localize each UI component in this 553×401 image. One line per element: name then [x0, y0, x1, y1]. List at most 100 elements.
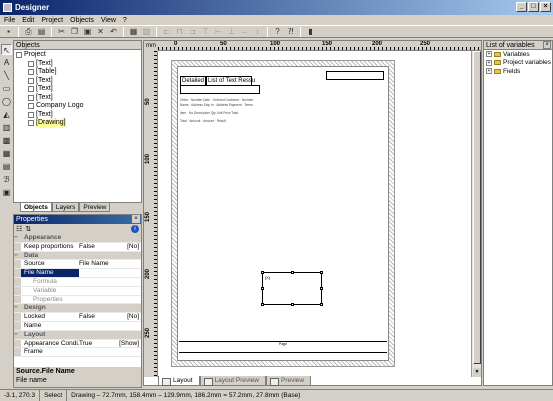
property-row[interactable]: Keep proportions False [No]: [14, 242, 141, 252]
tab-layout[interactable]: Layout: [158, 376, 200, 386]
text-tool-icon[interactable]: A: [1, 57, 12, 68]
printable-area[interactable]: Detailed List of Text Ressu Order · Numb…: [177, 66, 389, 361]
context-help-icon[interactable]: ⁈: [285, 26, 296, 37]
help-icon[interactable]: ?: [272, 26, 283, 37]
align-middle-icon[interactable]: ⊢: [213, 26, 224, 37]
tree-item[interactable]: [Text]: [16, 60, 139, 69]
resize-handle[interactable]: [320, 303, 323, 306]
menu-objects[interactable]: Objects: [70, 17, 94, 24]
property-row[interactable]: Source File Name: [14, 260, 141, 270]
property-row[interactable]: Formula: [14, 277, 141, 287]
property-row[interactable]: Locked False [No]: [14, 313, 141, 322]
tab-preview[interactable]: Preview: [265, 376, 312, 386]
scroll-down-arrow[interactable]: ▼: [473, 368, 481, 377]
info-icon[interactable]: i: [131, 225, 139, 233]
tab-layout-preview[interactable]: Layout Preview: [199, 376, 266, 386]
delete-icon[interactable]: ✕: [95, 26, 106, 37]
property-value[interactable]: [79, 322, 119, 330]
property-value[interactable]: True: [79, 340, 119, 348]
tab-objects[interactable]: Objects: [20, 203, 52, 212]
tree-item[interactable]: [Table]: [16, 68, 139, 77]
menu-view[interactable]: View: [101, 17, 116, 24]
property-row[interactable]: Variable: [14, 286, 141, 296]
same-height-icon[interactable]: ↕: [252, 26, 263, 37]
property-value[interactable]: False: [79, 243, 119, 251]
drawing-object[interactable]: [X]: [261, 271, 323, 306]
align-top-icon[interactable]: ⊤: [200, 26, 211, 37]
company-logo[interactable]: [326, 71, 384, 80]
save-icon[interactable]: ▪: [3, 26, 14, 37]
tree-item[interactable]: [Text]: [16, 94, 139, 103]
tree-item-fields[interactable]: + Fields: [484, 67, 552, 76]
table-object[interactable]: [180, 85, 260, 94]
property-row[interactable]: Frame: [14, 348, 141, 358]
tree-item[interactable]: [Text]: [16, 85, 139, 94]
copy-icon[interactable]: ❐: [69, 26, 80, 37]
collapse-icon[interactable]: −: [14, 304, 21, 313]
copy-format-icon[interactable]: ▦: [128, 26, 139, 37]
expand-icon[interactable]: +: [486, 68, 492, 75]
menu-help[interactable]: ?: [123, 17, 127, 24]
bookmark-icon[interactable]: ▮: [305, 26, 316, 37]
resize-handle[interactable]: [320, 271, 323, 274]
menu-file[interactable]: File: [4, 17, 15, 24]
tree-item-selected[interactable]: [Drawing]: [16, 119, 139, 128]
property-value[interactable]: [79, 269, 119, 277]
align-right-icon[interactable]: ⊐: [187, 26, 198, 37]
property-value[interactable]: [79, 348, 119, 356]
collapse-icon[interactable]: −: [14, 234, 21, 242]
property-value[interactable]: File Name: [79, 260, 119, 268]
form-control-tool-icon[interactable]: ▣: [1, 187, 12, 198]
sort-alphabetical-icon[interactable]: ⇅: [25, 225, 31, 233]
resize-handle[interactable]: [261, 287, 264, 290]
tree-item[interactable]: Company Logo: [16, 102, 139, 111]
resize-handle[interactable]: [261, 271, 264, 274]
formatted-text-tool-icon[interactable]: ℬ: [1, 174, 12, 185]
cut-icon[interactable]: ✂: [56, 26, 67, 37]
tree-item[interactable]: [Text]: [16, 77, 139, 86]
align-left-icon[interactable]: ⊏: [161, 26, 172, 37]
collapse-icon[interactable]: −: [14, 251, 21, 260]
tree-item[interactable]: [Text]: [16, 111, 139, 120]
resize-handle[interactable]: [320, 287, 323, 290]
close-button[interactable]: ×: [540, 2, 551, 12]
property-value[interactable]: [79, 296, 119, 304]
chart-tool-icon[interactable]: ◭: [1, 109, 12, 120]
tree-item-project-variables[interactable]: + Project variables: [484, 59, 552, 68]
expand-icon[interactable]: +: [486, 59, 492, 66]
line-tool-icon[interactable]: ╲: [1, 70, 12, 81]
close-icon[interactable]: ×: [132, 215, 140, 223]
property-category[interactable]: − Data: [14, 251, 141, 261]
tab-layers[interactable]: Layers: [51, 203, 80, 212]
ellipse-tool-icon[interactable]: ◯: [1, 96, 12, 107]
align-bottom-icon[interactable]: ⊥: [226, 26, 237, 37]
property-row[interactable]: Properties: [14, 295, 141, 305]
minimize-button[interactable]: _: [516, 2, 527, 12]
menu-project[interactable]: Project: [41, 17, 63, 24]
resize-handle[interactable]: [261, 303, 264, 306]
resize-handle[interactable]: [291, 271, 294, 274]
vertical-scrollbar[interactable]: ▼: [471, 51, 481, 377]
rectangle-tool-icon[interactable]: ▭: [1, 83, 12, 94]
property-category[interactable]: − Design: [14, 304, 141, 314]
crosstab-tool-icon[interactable]: ▤: [1, 161, 12, 172]
property-row[interactable]: Appearance Condi... True [Show]: [14, 339, 141, 349]
table-tool-icon[interactable]: ▦: [1, 148, 12, 159]
menu-edit[interactable]: Edit: [22, 17, 34, 24]
property-value[interactable]: [79, 287, 119, 295]
maximize-button[interactable]: □: [528, 2, 539, 12]
tree-item-variables[interactable]: + Variables: [484, 50, 552, 59]
property-row[interactable]: Name: [14, 321, 141, 331]
page-footer[interactable]: Page: [179, 341, 387, 353]
paste-format-icon[interactable]: ▧: [141, 26, 152, 37]
property-value[interactable]: False: [79, 313, 119, 321]
property-value[interactable]: [79, 278, 119, 286]
print-icon[interactable]: ⎙: [23, 26, 34, 37]
undo-icon[interactable]: ↶: [108, 26, 119, 37]
sort-categorized-icon[interactable]: ☷: [16, 225, 22, 233]
image-tool-icon[interactable]: ▩: [1, 135, 12, 146]
property-category[interactable]: − Appearance: [14, 234, 141, 243]
paste-icon[interactable]: ▣: [82, 26, 93, 37]
expand-icon[interactable]: +: [486, 51, 492, 58]
property-row[interactable]: File Name: [14, 269, 141, 278]
